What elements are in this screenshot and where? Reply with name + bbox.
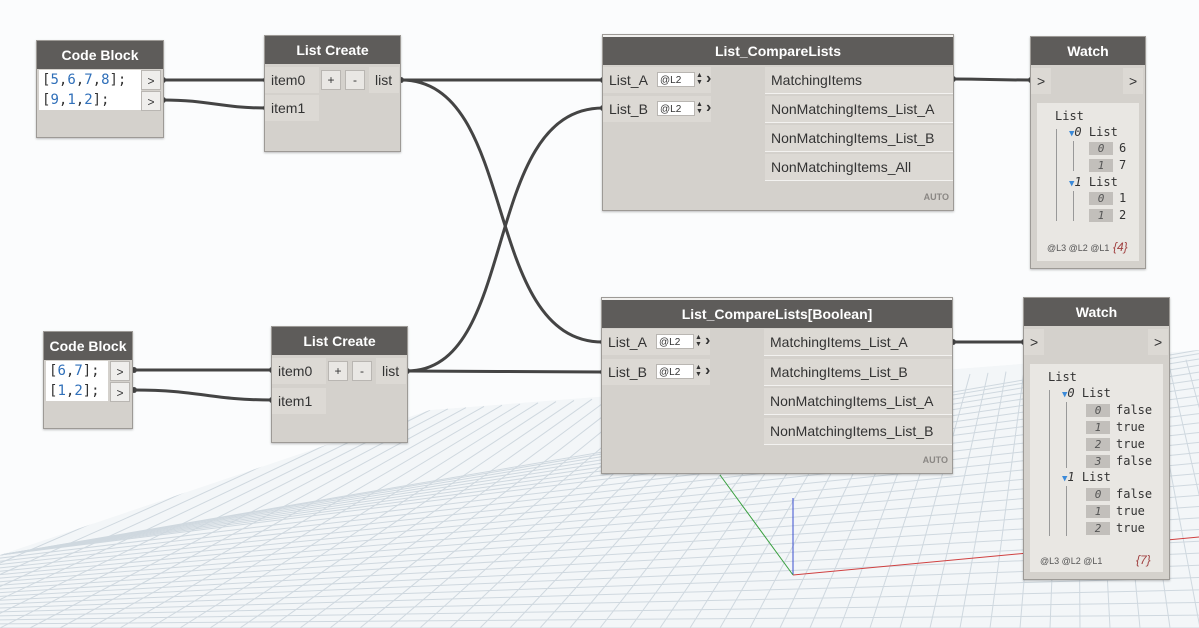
output-port-nonmatching-all[interactable]: NonMatchingItems_All — [765, 154, 953, 181]
level-spinner-a[interactable]: ▲ ▼ — [694, 334, 703, 349]
output-port-matching-b[interactable]: MatchingItems_List_B — [764, 359, 952, 386]
add-input-button[interactable]: + — [321, 70, 341, 90]
level-input-b[interactable]: @L2 — [656, 364, 694, 379]
chevron-right-icon[interactable]: › — [706, 100, 711, 116]
level-footer: @L3 @L2 @L1 — [1047, 243, 1110, 253]
tree-item: 17 — [1089, 158, 1126, 172]
code-block-node-2[interactable]: Code Block [6,7]; [1,2]; > > — [43, 331, 133, 429]
output-port-list[interactable]: list — [369, 67, 399, 93]
level-spinner-b[interactable]: ▲ ▼ — [695, 101, 704, 116]
tree-guide — [1066, 486, 1067, 536]
tree-item: 2 true — [1086, 521, 1145, 535]
tree-node-0[interactable]: ▼0 List — [1062, 386, 1111, 400]
compare-lists-node[interactable]: List_CompareLists List_A @L2 ▲ ▼ › List_B… — [602, 34, 954, 211]
tree-item: 2 true — [1086, 437, 1145, 451]
tree-guide — [1073, 141, 1074, 171]
item-count: {4} — [1113, 240, 1128, 254]
lacing-indicator[interactable]: AUTO — [924, 192, 949, 202]
code-line-2[interactable]: [9,1,2]; — [39, 90, 141, 110]
code-block-node-1[interactable]: Code Block [5,6,7,8]; [9,1,2]; > > — [36, 40, 164, 138]
level-input-a[interactable]: @L2 — [657, 72, 695, 87]
add-input-button[interactable]: + — [328, 361, 348, 381]
node-title: Watch — [1024, 298, 1169, 326]
tree-item: 12 — [1089, 208, 1126, 222]
node-title: List_CompareLists — [603, 35, 953, 65]
remove-input-button[interactable]: - — [345, 70, 365, 90]
input-port-item1[interactable]: item1 — [272, 388, 326, 414]
level-footer: @L3 @L2 @L1 — [1040, 556, 1103, 566]
level-spinner-a[interactable]: ▲ ▼ — [695, 72, 704, 87]
compare-lists-boolean-node[interactable]: List_CompareLists[Boolean] List_A @L2 ▲ ▼… — [601, 297, 953, 474]
output-port-1[interactable]: > — [110, 361, 130, 381]
tree-item: 01 — [1089, 191, 1126, 205]
remove-input-button[interactable]: - — [352, 361, 372, 381]
tree-root: List — [1055, 109, 1084, 123]
output-port[interactable]: > — [1148, 329, 1168, 355]
tree-guide — [1073, 191, 1074, 221]
output-port[interactable]: > — [1123, 68, 1143, 94]
tree-guide — [1056, 129, 1057, 221]
workspace-background — [0, 0, 1199, 628]
chevron-right-icon[interactable]: › — [705, 363, 710, 379]
output-port-nonmatching-a[interactable]: NonMatchingItems_List_A — [765, 96, 953, 123]
level-input-b[interactable]: @L2 — [657, 101, 695, 116]
list-create-node-2[interactable]: List Create item0 item1 + - list — [271, 326, 408, 443]
output-port-2[interactable]: > — [110, 382, 130, 402]
watch-node-2[interactable]: Watch > > List ▼0 List 0 false 1 true 2 tru… — [1023, 297, 1170, 580]
item-count: {7} — [1136, 553, 1151, 567]
tree-item: 06 — [1089, 141, 1126, 155]
output-port-nonmatching-b[interactable]: NonMatchingItems_List_B — [764, 418, 952, 445]
chevron-right-icon[interactable]: › — [705, 333, 710, 349]
input-port[interactable]: > — [1031, 68, 1051, 94]
level-spinner-b[interactable]: ▲ ▼ — [694, 364, 703, 379]
output-port-1[interactable]: > — [141, 70, 161, 90]
tree-node-0[interactable]: ▼0 List — [1069, 125, 1118, 139]
chevron-right-icon[interactable]: › — [706, 71, 711, 87]
input-port-item0[interactable]: item0 — [272, 358, 326, 384]
output-port-2[interactable]: > — [141, 91, 161, 111]
tree-item: 0 false — [1086, 403, 1152, 417]
code-line-2[interactable]: [1,2]; — [46, 381, 108, 401]
input-port[interactable]: > — [1024, 329, 1044, 355]
input-port-item1[interactable]: item1 — [265, 95, 319, 121]
output-port-matching-a[interactable]: MatchingItems_List_A — [764, 329, 952, 356]
input-port-item0[interactable]: item0 — [265, 67, 319, 93]
tree-guide — [1049, 390, 1050, 536]
list-create-node-1[interactable]: List Create item0 item1 + - list — [264, 35, 401, 152]
lacing-indicator[interactable]: AUTO — [923, 455, 948, 465]
node-title: Code Block — [44, 332, 132, 360]
tree-item: 0 false — [1086, 487, 1152, 501]
node-title: List Create — [265, 36, 400, 64]
tree-node-1[interactable]: ▼1 List — [1062, 470, 1111, 484]
tree-item: 1 true — [1086, 504, 1145, 518]
code-line-1[interactable]: [6,7]; — [46, 361, 108, 381]
output-port-nonmatching-a[interactable]: NonMatchingItems_List_A — [764, 388, 952, 415]
code-line-1[interactable]: [5,6,7,8]; — [39, 70, 141, 90]
node-title: List Create — [272, 327, 407, 355]
output-port-list[interactable]: list — [376, 358, 406, 384]
watch-node-1[interactable]: Watch > > List ▼0 List 06 17 ▼1 List 01 … — [1030, 36, 1146, 269]
tree-item: 3 false — [1086, 454, 1152, 468]
output-port-nonmatching-b[interactable]: NonMatchingItems_List_B — [765, 125, 953, 152]
node-title: Code Block — [37, 41, 163, 69]
node-title: List_CompareLists[Boolean] — [602, 298, 952, 328]
node-title: Watch — [1031, 37, 1145, 65]
level-input-a[interactable]: @L2 — [656, 334, 694, 349]
tree-node-1[interactable]: ▼1 List — [1069, 175, 1118, 189]
tree-guide — [1066, 402, 1067, 468]
output-port-matching-items[interactable]: MatchingItems — [765, 67, 953, 94]
tree-root: List — [1048, 370, 1077, 384]
tree-item: 1 true — [1086, 420, 1145, 434]
